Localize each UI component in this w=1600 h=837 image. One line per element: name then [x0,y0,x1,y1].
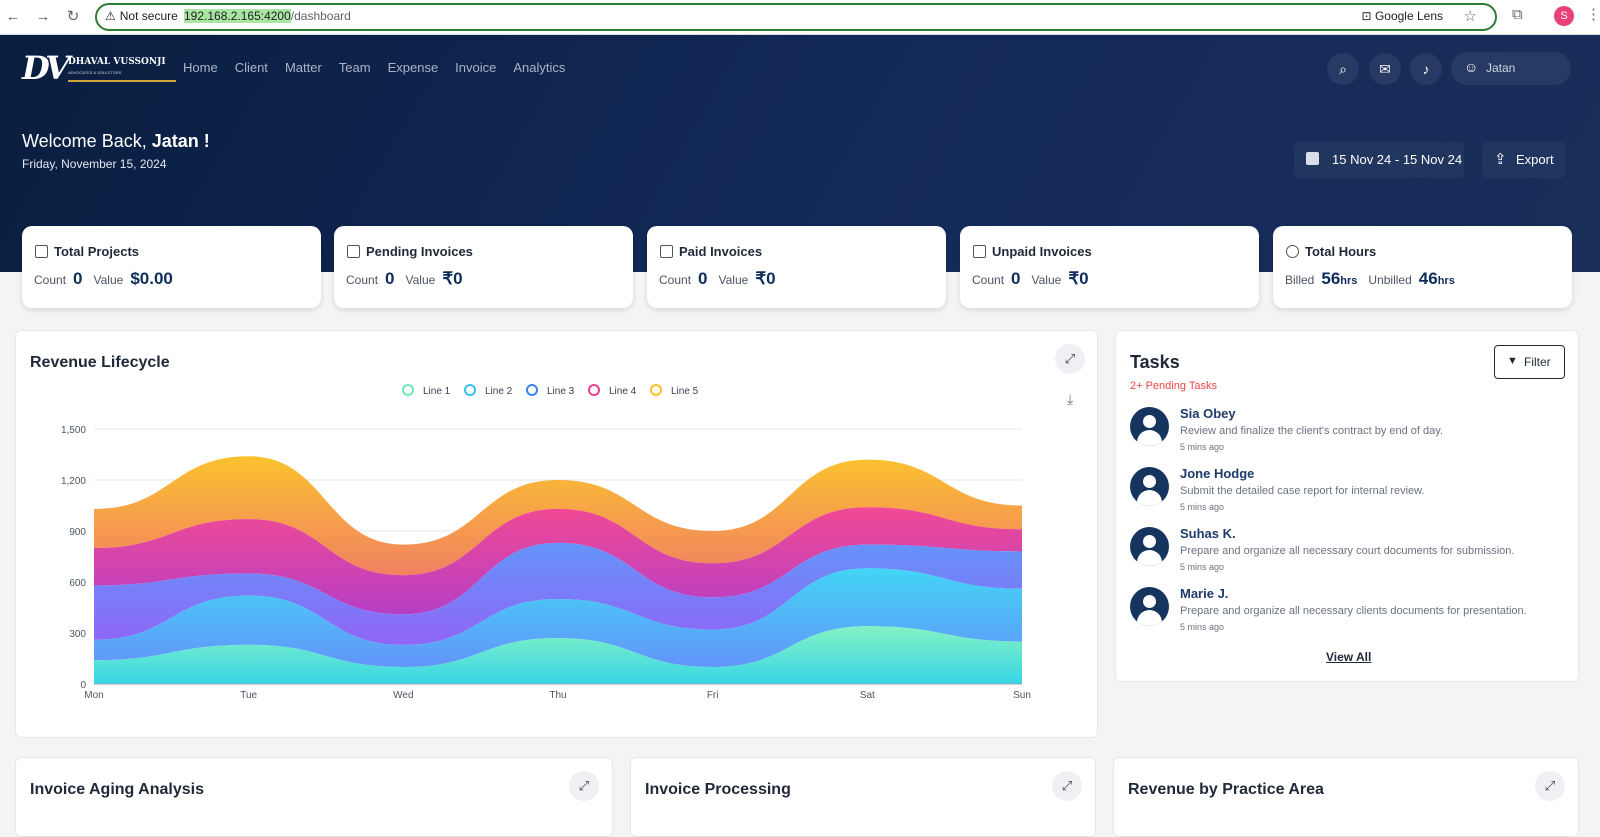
task-item[interactable]: Suhas K. Prepare and organize all necess… [1130,526,1570,586]
x-tick-label: Thu [549,690,566,701]
url-text[interactable]: 192.168.2.165:4200/dashboard [184,9,351,23]
address-bar[interactable]: ⚠ Not secure 192.168.2.165:4200/dashboard… [95,3,1497,31]
google-lens-button[interactable]: ⊡ Google Lens [1362,9,1443,23]
y-tick-label: 900 [69,527,86,538]
invoice-icon [660,245,673,258]
filter-button[interactable]: ▼ Filter [1494,345,1565,379]
x-tick-label: Tue [240,690,257,701]
bell-icon[interactable]: ♪ [1410,53,1442,85]
browser-menu-icon[interactable]: ⋮ [1586,5,1600,23]
main-nav: Home Client Matter Team Expense Invoice … [183,60,565,75]
stat-total-hours: Total Hours Billed 56hrs Unbilled 46hrs [1273,226,1572,308]
search-icon[interactable]: ⌕ [1327,53,1359,85]
nav-analytics[interactable]: Analytics [513,60,565,75]
legend-marker[interactable] [588,384,600,396]
legend-label[interactable]: Line 5 [671,386,699,397]
y-tick-label: 300 [69,629,86,640]
view-all-link[interactable]: View All [1326,650,1371,664]
extensions-icon[interactable]: ⧉ [1512,6,1523,23]
revenue-by-practice-area-card: Revenue by Practice Area ⤢ [1113,757,1579,837]
nav-client[interactable]: Client [235,60,268,75]
revenue-lifecycle-card: Revenue Lifecycle ⤢ ⤓ 0 300 600 900 1,200 1,5… [15,330,1098,738]
calendar-icon [1306,152,1319,165]
date-range-picker[interactable]: 15 Nov 24 - 15 Nov 24 [1294,142,1464,178]
tasks-title: Tasks [1130,352,1180,372]
y-tick-label: 1,200 [61,476,86,487]
legend-marker[interactable] [402,384,414,396]
task-item[interactable]: Jone Hodge Submit the detailed case repo… [1130,466,1570,526]
legend-marker[interactable] [526,384,538,396]
legend-label[interactable]: Line 2 [485,386,513,397]
expand-icon[interactable]: ⤢ [1052,771,1082,801]
avatar [1130,527,1169,566]
warning-icon: ⚠ [105,9,116,23]
projects-icon [35,245,48,258]
current-date: Friday, November 15, 2024 [22,157,167,171]
legend-label[interactable]: Line 1 [423,386,451,397]
pending-tasks-count: 2+ Pending Tasks [1130,380,1217,392]
invoice-icon [347,245,360,258]
logo-underline [68,80,176,82]
user-menu[interactable]: ☺ Jatan [1451,52,1571,85]
x-tick-label: Mon [84,690,103,701]
security-indicator[interactable]: ⚠ Not secure [105,9,178,23]
nav-invoice[interactable]: Invoice [455,60,496,75]
chat-icon[interactable]: ✉ [1369,53,1401,85]
avatar [1130,587,1169,626]
invoice-processing-card: Invoice Processing ⤢ [630,757,1096,837]
x-tick-label: Sun [1013,690,1031,701]
export-button[interactable]: ⇪ Export [1482,142,1566,178]
bookmark-star-icon[interactable]: ☆ [1464,7,1477,25]
legend-label[interactable]: Line 3 [547,386,575,397]
expand-icon[interactable]: ⤢ [569,771,599,801]
welcome-message: Welcome Back, Jatan ! [22,131,210,151]
invoice-aging-card: Invoice Aging Analysis ⤢ [15,757,613,837]
stat-paid-invoices: Paid Invoices Count 0 Value ₹0 [647,226,946,308]
expand-icon[interactable]: ⤢ [1535,771,1565,801]
x-tick-label: Fri [707,690,719,701]
upload-icon: ⇪ [1494,151,1507,168]
x-tick-label: Wed [393,690,413,701]
stat-pending-invoices: Pending Invoices Count 0 Value ₹0 [334,226,633,308]
receipt-icon [973,245,986,258]
avatar [1130,467,1169,506]
nav-home[interactable]: Home [183,60,218,75]
company-logo[interactable]: DV DHAVAL VUSSONJI ADVOCATES & SOLICITOR… [22,49,176,87]
legend-label[interactable]: Line 4 [609,386,637,397]
y-tick-label: 1,500 [61,425,86,436]
nav-team[interactable]: Team [339,60,371,75]
avatar [1130,407,1169,446]
reload-icon[interactable]: ↻ [62,6,84,28]
stat-unpaid-invoices: Unpaid Invoices Count 0 Value ₹0 [960,226,1259,308]
nav-expense[interactable]: Expense [388,60,439,75]
forward-icon[interactable]: → [32,6,54,28]
tasks-card: Tasks ▼ Filter 2+ Pending Tasks Sia Obey… [1115,330,1579,682]
clock-icon [1286,245,1299,258]
task-item[interactable]: Marie J. Prepare and organize all necess… [1130,586,1570,646]
revenue-chart: 03006009001,2001,500Mon Tue Wed Thu Fri Sat Su… [61,384,1031,701]
y-tick-label: 600 [69,578,86,589]
stat-total-projects: Total Projects Count 0 Value $0.00 [22,226,321,308]
nav-matter[interactable]: Matter [285,60,322,75]
user-icon: ☺ [1464,59,1479,75]
x-tick-label: Sat [860,690,875,701]
browser-toolbar: ← → ↻ ⚠ Not secure 192.168.2.165:4200/das… [0,0,1600,35]
profile-avatar[interactable]: S [1554,6,1574,26]
lens-icon: ⊡ [1361,9,1375,23]
legend-marker[interactable] [650,384,662,396]
filter-icon: ▼ [1507,355,1518,367]
back-icon[interactable]: ← [2,6,24,28]
legend-marker[interactable] [464,384,476,396]
task-item[interactable]: Sia Obey Review and finalize the client'… [1130,406,1570,466]
